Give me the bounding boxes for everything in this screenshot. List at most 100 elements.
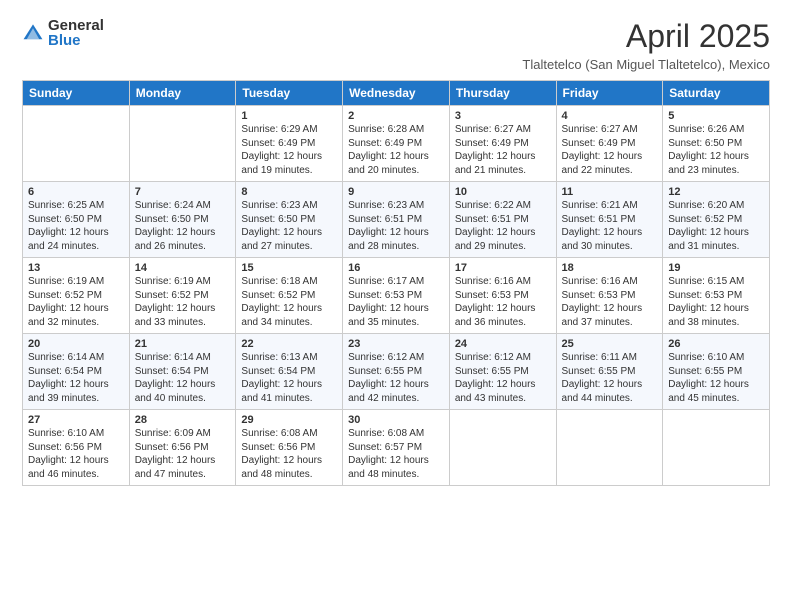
main-title: April 2025 (522, 18, 770, 55)
day-info: Sunrise: 6:19 AM Sunset: 6:52 PM Dayligh… (135, 276, 216, 328)
calendar-row: 1 Sunrise: 6:29 AM Sunset: 6:49 PM Daylig… (23, 106, 770, 182)
day-number: 10 (455, 186, 551, 198)
calendar: SundayMondayTuesdayWednesdayThursdayFrid… (22, 80, 770, 486)
calendar-cell: 3Sunrise: 6:27 AM Sunset: 6:49 PM Daylig… (449, 106, 556, 182)
day-info: Sunrise: 6:10 AM Sunset: 6:56 PM Dayligh… (28, 428, 109, 480)
day-info: Sunrise: 6:09 AM Sunset: 6:56 PM Dayligh… (135, 428, 216, 480)
calendar-cell: 28 Sunrise: 6:09 AM Sunset: 6:56 PM Dayli… (129, 410, 236, 486)
calendar-cell: 7 Sunrise: 6:24 AM Sunset: 6:50 PM Daylig… (129, 182, 236, 258)
day-info: Sunrise: 6:22 AM Sunset: 6:51 PM Dayligh… (455, 200, 536, 252)
calendar-cell (129, 106, 236, 182)
weekday-header: Wednesday (343, 81, 450, 106)
day-info: Sunrise: 6:24 AM Sunset: 6:50 PM Dayligh… (135, 200, 216, 252)
day-info: Sunrise: 6:18 AM Sunset: 6:52 PM Dayligh… (241, 276, 322, 328)
day-info: Sunrise: 6:14 AM Sunset: 6:54 PM Dayligh… (135, 352, 216, 404)
day-number: 22 (241, 338, 337, 350)
calendar-cell (556, 410, 663, 486)
calendar-row: 20 Sunrise: 6:14 AM Sunset: 6:54 PM Dayli… (23, 334, 770, 410)
day-number: 5 (668, 110, 764, 122)
logo: General Blue (22, 18, 104, 48)
calendar-cell: 22 Sunrise: 6:13 AM Sunset: 6:54 PM Dayli… (236, 334, 343, 410)
calendar-cell (449, 410, 556, 486)
title-block: April 2025 Tlaltetelco (San Miguel Tlalt… (522, 18, 770, 72)
day-info: Sunrise: 6:27 AM Sunset: 6:49 PM Dayligh… (562, 124, 643, 176)
day-number: 18 (562, 262, 658, 274)
day-number: 2 (348, 110, 444, 122)
day-info: Sunrise: 6:25 AM Sunset: 6:50 PM Dayligh… (28, 200, 109, 252)
calendar-cell: 18Sunrise: 6:16 AM Sunset: 6:53 PM Dayli… (556, 258, 663, 334)
weekday-header: Saturday (663, 81, 770, 106)
day-number: 26 (668, 338, 764, 350)
day-number: 6 (28, 186, 124, 198)
day-info: Sunrise: 6:08 AM Sunset: 6:56 PM Dayligh… (241, 428, 322, 480)
day-number: 4 (562, 110, 658, 122)
day-info: Sunrise: 6:14 AM Sunset: 6:54 PM Dayligh… (28, 352, 109, 404)
calendar-cell: 20 Sunrise: 6:14 AM Sunset: 6:54 PM Dayli… (23, 334, 130, 410)
day-number: 17 (455, 262, 551, 274)
calendar-header-row: SundayMondayTuesdayWednesdayThursdayFrid… (23, 81, 770, 106)
calendar-cell: 25 Sunrise: 6:11 AM Sunset: 6:55 PM Dayli… (556, 334, 663, 410)
calendar-cell: 13Sunrise: 6:19 AM Sunset: 6:52 PM Dayli… (23, 258, 130, 334)
calendar-row: 27Sunrise: 6:10 AM Sunset: 6:56 PM Dayli… (23, 410, 770, 486)
calendar-cell: 14 Sunrise: 6:19 AM Sunset: 6:52 PM Dayli… (129, 258, 236, 334)
day-number: 9 (348, 186, 444, 198)
logo-blue-text: Blue (48, 33, 104, 48)
day-info: Sunrise: 6:11 AM Sunset: 6:55 PM Dayligh… (562, 352, 643, 404)
day-number: 29 (241, 414, 337, 426)
day-info: Sunrise: 6:28 AM Sunset: 6:49 PM Dayligh… (348, 124, 429, 176)
day-info: Sunrise: 6:20 AM Sunset: 6:52 PM Dayligh… (668, 200, 749, 252)
day-info: Sunrise: 6:13 AM Sunset: 6:54 PM Dayligh… (241, 352, 322, 404)
logo-general-text: General (48, 18, 104, 33)
day-number: 15 (241, 262, 337, 274)
day-info: Sunrise: 6:29 AM Sunset: 6:49 PM Dayligh… (241, 124, 322, 176)
day-info: Sunrise: 6:10 AM Sunset: 6:55 PM Dayligh… (668, 352, 749, 404)
weekday-header: Friday (556, 81, 663, 106)
day-number: 1 (241, 110, 337, 122)
calendar-cell: 16Sunrise: 6:17 AM Sunset: 6:53 PM Dayli… (343, 258, 450, 334)
day-number: 19 (668, 262, 764, 274)
calendar-cell: 2 Sunrise: 6:28 AM Sunset: 6:49 PM Daylig… (343, 106, 450, 182)
day-number: 13 (28, 262, 124, 274)
header: General Blue April 2025 Tlaltetelco (San… (22, 18, 770, 72)
weekday-header: Monday (129, 81, 236, 106)
weekday-header: Tuesday (236, 81, 343, 106)
calendar-cell: 5Sunrise: 6:26 AM Sunset: 6:50 PM Daylig… (663, 106, 770, 182)
day-number: 14 (135, 262, 231, 274)
calendar-cell: 1 Sunrise: 6:29 AM Sunset: 6:49 PM Daylig… (236, 106, 343, 182)
day-number: 28 (135, 414, 231, 426)
day-info: Sunrise: 6:12 AM Sunset: 6:55 PM Dayligh… (348, 352, 429, 404)
calendar-cell: 30Sunrise: 6:08 AM Sunset: 6:57 PM Dayli… (343, 410, 450, 486)
day-number: 16 (348, 262, 444, 274)
day-number: 25 (562, 338, 658, 350)
day-info: Sunrise: 6:27 AM Sunset: 6:49 PM Dayligh… (455, 124, 536, 176)
logo-icon (22, 22, 44, 44)
day-number: 12 (668, 186, 764, 198)
calendar-cell: 17Sunrise: 6:16 AM Sunset: 6:53 PM Dayli… (449, 258, 556, 334)
day-info: Sunrise: 6:12 AM Sunset: 6:55 PM Dayligh… (455, 352, 536, 404)
day-number: 8 (241, 186, 337, 198)
day-info: Sunrise: 6:23 AM Sunset: 6:50 PM Dayligh… (241, 200, 322, 252)
calendar-cell: 24 Sunrise: 6:12 AM Sunset: 6:55 PM Dayli… (449, 334, 556, 410)
calendar-cell: 19 Sunrise: 6:15 AM Sunset: 6:53 PM Dayli… (663, 258, 770, 334)
day-number: 23 (348, 338, 444, 350)
calendar-cell: 6 Sunrise: 6:25 AM Sunset: 6:50 PM Daylig… (23, 182, 130, 258)
subtitle: Tlaltetelco (San Miguel Tlaltetelco), Me… (522, 57, 770, 72)
day-info: Sunrise: 6:15 AM Sunset: 6:53 PM Dayligh… (668, 276, 749, 328)
calendar-cell: 9Sunrise: 6:23 AM Sunset: 6:51 PM Daylig… (343, 182, 450, 258)
weekday-header: Sunday (23, 81, 130, 106)
logo-text: General Blue (48, 18, 104, 48)
calendar-cell: 4 Sunrise: 6:27 AM Sunset: 6:49 PM Daylig… (556, 106, 663, 182)
calendar-cell: 8 Sunrise: 6:23 AM Sunset: 6:50 PM Daylig… (236, 182, 343, 258)
day-number: 7 (135, 186, 231, 198)
calendar-cell: 29 Sunrise: 6:08 AM Sunset: 6:56 PM Dayli… (236, 410, 343, 486)
day-number: 24 (455, 338, 551, 350)
calendar-cell (23, 106, 130, 182)
day-number: 20 (28, 338, 124, 350)
calendar-cell (663, 410, 770, 486)
page: General Blue April 2025 Tlaltetelco (San… (0, 0, 792, 612)
calendar-row: 13 Sunrise: 6:19 AM Sunset: 6:52 PM Dayli… (23, 258, 770, 334)
day-number: 30 (348, 414, 444, 426)
calendar-cell: 12 Sunrise: 6:20 AM Sunset: 6:52 PM Dayli… (663, 182, 770, 258)
day-info: Sunrise: 6:21 AM Sunset: 6:51 PM Dayligh… (562, 200, 643, 252)
calendar-row: 6 Sunrise: 6:25 AM Sunset: 6:50 PM Daylig… (23, 182, 770, 258)
